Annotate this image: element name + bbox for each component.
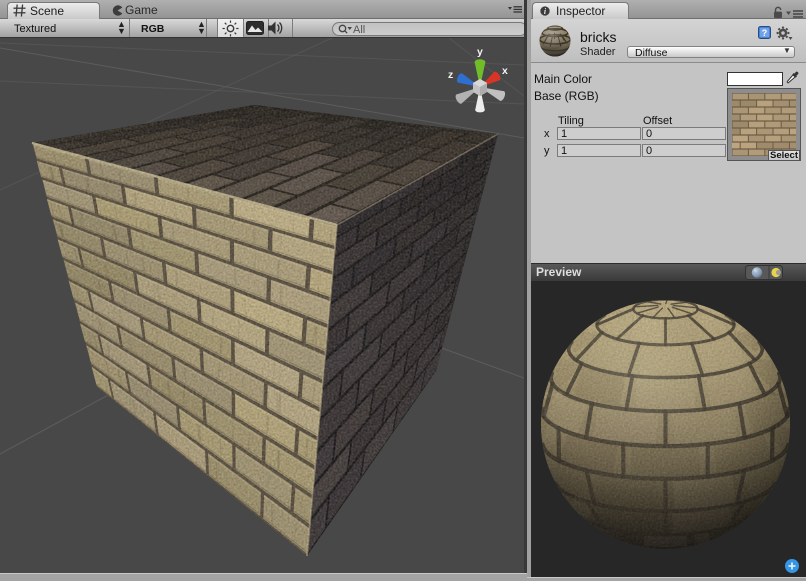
svg-text:x: x [502,65,508,77]
svg-text:z: z [448,69,453,81]
svg-text:y: y [477,46,483,58]
svg-text:?: ? [762,28,768,38]
